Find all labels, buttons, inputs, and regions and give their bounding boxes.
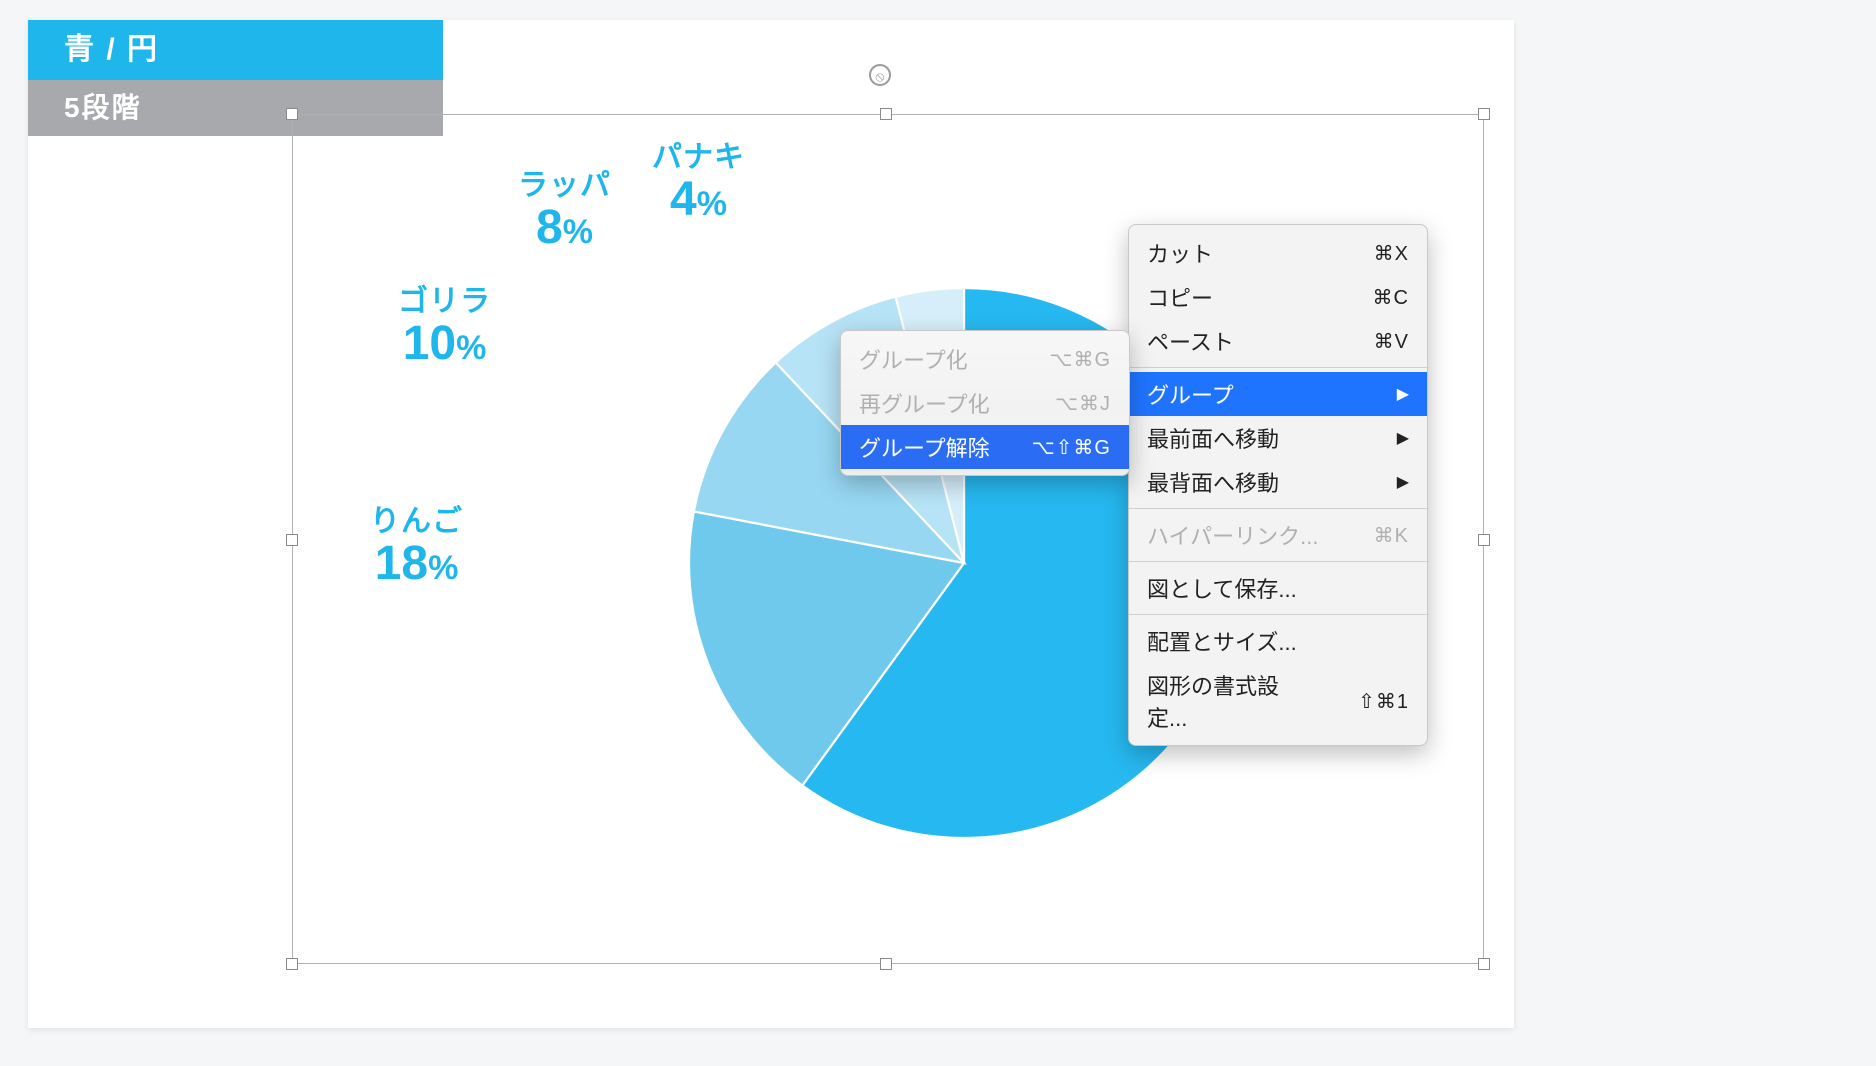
label-rappa: ラッパ 8% — [518, 160, 611, 252]
menu-separator — [1129, 561, 1427, 562]
context-menu-paste[interactable]: ペースト⌘V — [1129, 319, 1427, 363]
submenu-regroup: 再グループ化⌥⌘J — [841, 381, 1129, 425]
tab-blue-pie[interactable]: 青 / 円 — [28, 20, 443, 80]
context-menu-group[interactable]: グループ▶ — [1129, 372, 1427, 416]
chevron-right-icon: ▶ — [1397, 428, 1409, 448]
context-menu-size-position[interactable]: 配置とサイズ... — [1129, 619, 1427, 663]
chevron-right-icon: ▶ — [1397, 472, 1409, 492]
context-menu-hyperlink: ハイパーリンク...⌘K — [1129, 513, 1427, 557]
submenu-ungroup[interactable]: グループ解除⌥⇧⌘G — [841, 425, 1129, 469]
context-menu-format-shape[interactable]: 図形の書式設定...⇧⌘1 — [1129, 663, 1427, 739]
submenu-group: グループ化⌥⌘G — [841, 337, 1129, 381]
context-menu: カット⌘X コピー⌘C ペースト⌘V グループ▶ 最前面へ移動▶ 最背面へ移動▶… — [1128, 224, 1428, 746]
context-menu-cut[interactable]: カット⌘X — [1129, 231, 1427, 275]
label-panaki: パナキ 4% — [652, 132, 745, 224]
label-ringo: りんご 18% — [370, 496, 463, 588]
menu-separator — [1129, 508, 1427, 509]
context-menu-copy[interactable]: コピー⌘C — [1129, 275, 1427, 319]
context-menu-send-to-back[interactable]: 最背面へ移動▶ — [1129, 460, 1427, 504]
menu-separator — [1129, 367, 1427, 368]
context-menu-bring-to-front[interactable]: 最前面へ移動▶ — [1129, 416, 1427, 460]
chevron-right-icon: ▶ — [1397, 384, 1409, 404]
group-submenu: グループ化⌥⌘G 再グループ化⌥⌘J グループ解除⌥⇧⌘G — [840, 330, 1130, 476]
context-menu-save-as-picture[interactable]: 図として保存... — [1129, 566, 1427, 610]
menu-separator — [1129, 614, 1427, 615]
label-gorilla: ゴリラ 10% — [398, 276, 491, 368]
